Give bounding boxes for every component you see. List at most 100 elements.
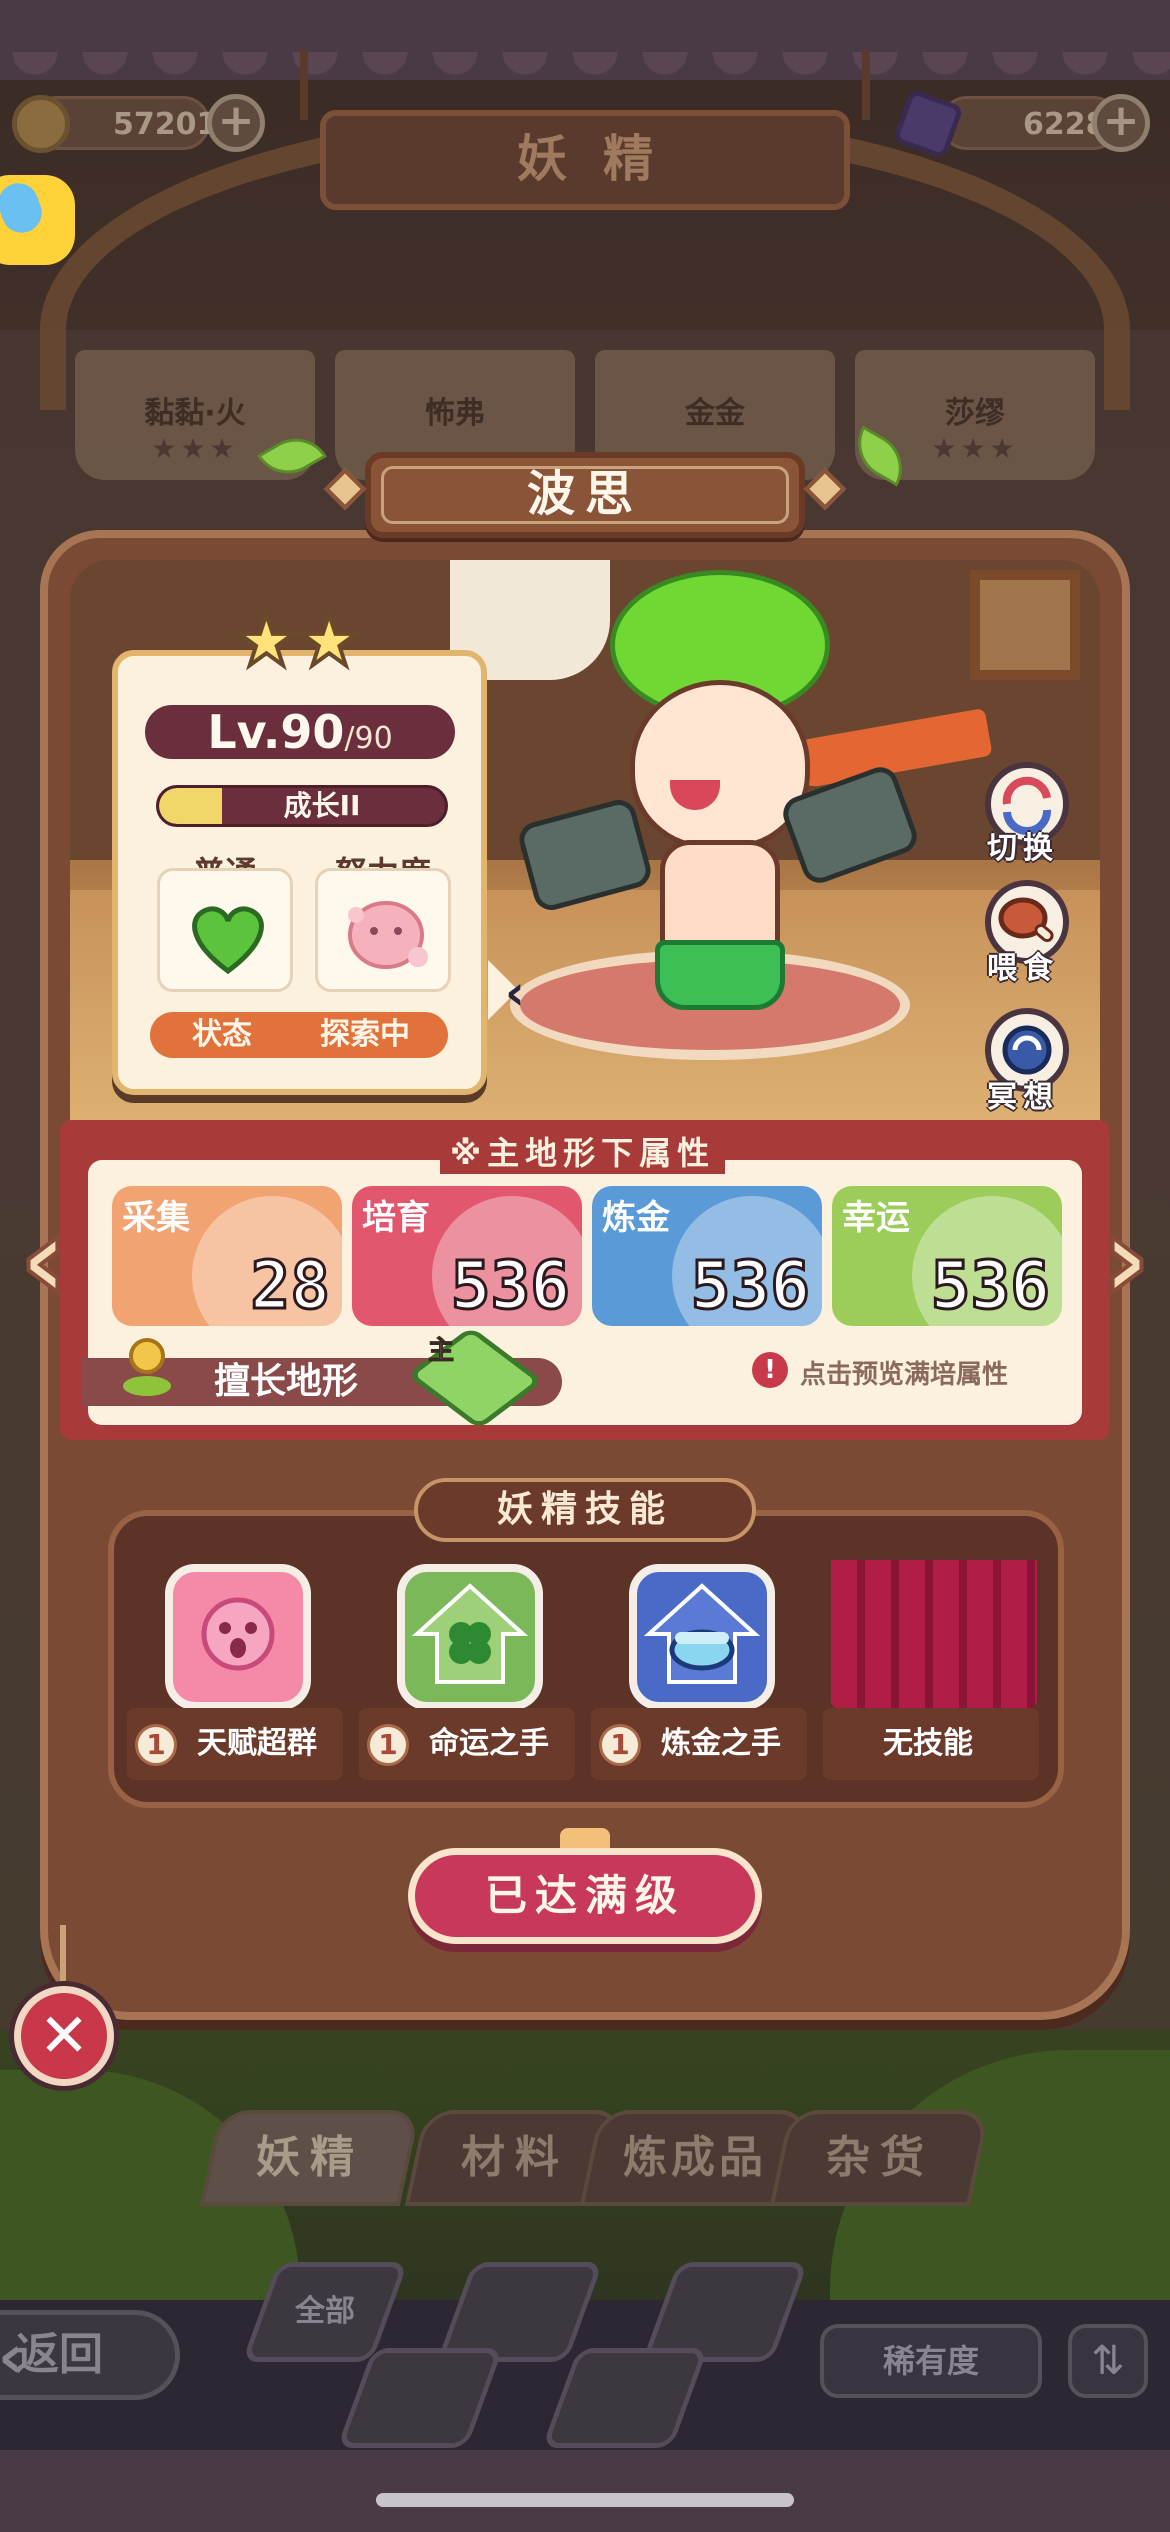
state-value: 探索中 <box>320 1017 410 1052</box>
level-value: Lv.90 <box>207 705 345 759</box>
add-gems-button[interactable]: + <box>1092 94 1150 152</box>
skill-title: 妖精技能 <box>496 1489 673 1530</box>
filter-all[interactable]: 全部 <box>241 2262 409 2362</box>
alert-icon: ! <box>752 1352 788 1388</box>
top-status-strip <box>0 0 1170 80</box>
state-label: 状态 <box>192 1017 252 1052</box>
page-title: 妖精 <box>517 130 689 188</box>
tab-products-label: 炼成品 <box>623 2132 767 2183</box>
effort-icon-box[interactable] <box>315 868 451 992</box>
close-icon[interactable]: ✕ <box>14 1986 114 2086</box>
home-indicator[interactable] <box>376 2493 794 2507</box>
skill-name: 无技能 <box>883 1726 973 1761</box>
skill-name-bar: 1 命运之手 <box>359 1708 575 1780</box>
skill-title-bar: 妖精技能 <box>414 1478 756 1542</box>
stat-nurture-label: 培育 <box>362 1198 430 1238</box>
stat-nurture[interactable]: 培育 536 <box>352 1186 582 1326</box>
max-level-button[interactable]: 已达满级 <box>408 1848 762 1944</box>
pink-blob-icon <box>348 901 428 969</box>
fairy-head <box>630 680 810 850</box>
coin-value: 57201 <box>113 107 218 142</box>
type-icon-box[interactable] <box>157 868 293 992</box>
feed-label: 喂食 <box>987 951 1059 986</box>
star-rating: ★★ <box>233 600 363 682</box>
char-tab-name: 怖弗 <box>425 396 485 431</box>
fairy-character[interactable] <box>515 560 922 1100</box>
bottom-strip <box>0 2450 1170 2532</box>
skill-name: 天赋超群 <box>197 1726 317 1761</box>
stat-nurture-value: 536 <box>449 1246 571 1326</box>
rope-left <box>300 50 308 120</box>
page-title-plaque: 妖精 <box>320 110 850 210</box>
tab-fairy-label: 妖精 <box>256 2132 364 2183</box>
stat-luck[interactable]: 幸运 536 <box>832 1186 1062 1326</box>
stat-luck-label: 幸运 <box>842 1198 910 1238</box>
back-arrow-icon: ‹ <box>0 2322 23 2392</box>
stat-alchemy[interactable]: 炼金 536 <box>592 1186 822 1326</box>
stat-alchemy-value: 536 <box>689 1246 811 1326</box>
tab-goods[interactable]: 杂货 <box>769 2110 991 2206</box>
curtain-icon <box>831 1560 1037 1710</box>
tab-materials-label: 材料 <box>461 2132 569 2183</box>
skill-slot-2[interactable]: 1 命运之手 <box>359 1560 575 1788</box>
tab-fairy[interactable]: 妖精 <box>199 2110 421 2206</box>
skill-slot-4[interactable]: 无技能 <box>823 1560 1039 1788</box>
skill-name-bar: 无技能 <box>823 1708 1039 1780</box>
preview-hint[interactable]: 点击预览满培属性 <box>800 1354 1008 1391</box>
tab-goods-label: 杂货 <box>826 2132 934 2183</box>
terrain-label: 擅长地形 <box>214 1361 359 1402</box>
skill-name: 命运之手 <box>429 1726 549 1761</box>
stat-gather[interactable]: 采集 28 <box>112 1186 342 1326</box>
switch-label: 切换 <box>987 831 1059 866</box>
skill-slot-1[interactable]: 1 天赋超群 <box>127 1560 343 1788</box>
next-fairy-arrow[interactable]: › <box>1096 1198 1156 1325</box>
char-tab-name: 莎缪 <box>945 396 1005 431</box>
sort-order-icon[interactable]: ⇅ <box>1068 2324 1148 2398</box>
scene-window <box>970 570 1080 680</box>
rope-right <box>862 50 870 120</box>
attribute-heading: ※主地形下属性 <box>440 1128 726 1174</box>
skill-level: 1 <box>135 1724 177 1766</box>
collapse-card-icon[interactable]: ‹ <box>505 965 525 1021</box>
back-button[interactable]: 返回 <box>0 2310 180 2400</box>
clover-icon <box>397 1564 543 1710</box>
growth-progress-bar: 成长II <box>156 785 448 827</box>
app-icon-mark <box>0 177 48 239</box>
heart-icon <box>192 906 264 975</box>
rarity-sort-button[interactable]: 稀有度 <box>820 2324 1042 2398</box>
skill-level: 1 <box>367 1724 409 1766</box>
cauldron-icon <box>629 1564 775 1710</box>
state-bar: 状态 探索中 <box>150 1012 448 1058</box>
stat-gather-label: 采集 <box>122 1198 190 1238</box>
char-tab-name: 金金 <box>685 396 745 431</box>
star-face-icon <box>165 1564 311 1710</box>
level-display: Lv.90/90 <box>145 705 455 759</box>
stat-alchemy-label: 炼金 <box>602 1198 670 1238</box>
close-string <box>60 1925 66 1989</box>
max-level-label: 已达满级 <box>484 1871 685 1920</box>
fairy-shorts <box>655 940 785 1010</box>
fairy-name-plaque: 波思 <box>365 452 805 538</box>
skill-name-bar: 1 天赋超群 <box>127 1708 343 1780</box>
sprout-icon <box>112 1330 182 1400</box>
skill-level: 1 <box>599 1724 641 1766</box>
meditate-label: 冥想 <box>987 1080 1059 1115</box>
level-bar: Lv.90/90 <box>145 705 455 759</box>
skill-name: 炼金之手 <box>661 1726 781 1761</box>
skill-slot-3[interactable]: 1 炼金之手 <box>591 1560 807 1788</box>
stat-gather-value: 28 <box>249 1246 332 1326</box>
add-coins-button[interactable]: + <box>207 94 265 152</box>
rarity-label: 稀有度 <box>882 2342 979 2380</box>
growth-label: 成长II <box>283 789 361 822</box>
fairy-glove-left <box>515 796 655 914</box>
level-max: /90 <box>344 721 393 756</box>
app-icon[interactable] <box>0 175 75 265</box>
char-tab-name: 黏黏·火 <box>144 396 246 431</box>
coin-icon <box>12 95 70 153</box>
skill-name-bar: 1 炼金之手 <box>591 1708 807 1780</box>
fairy-name: 波思 <box>526 466 643 522</box>
prev-fairy-arrow[interactable]: ‹ <box>14 1198 74 1325</box>
terrain-main-badge: 主 <box>427 1336 455 1367</box>
stat-luck-value: 536 <box>929 1246 1051 1326</box>
filter-all-label: 全部 <box>295 2294 355 2329</box>
